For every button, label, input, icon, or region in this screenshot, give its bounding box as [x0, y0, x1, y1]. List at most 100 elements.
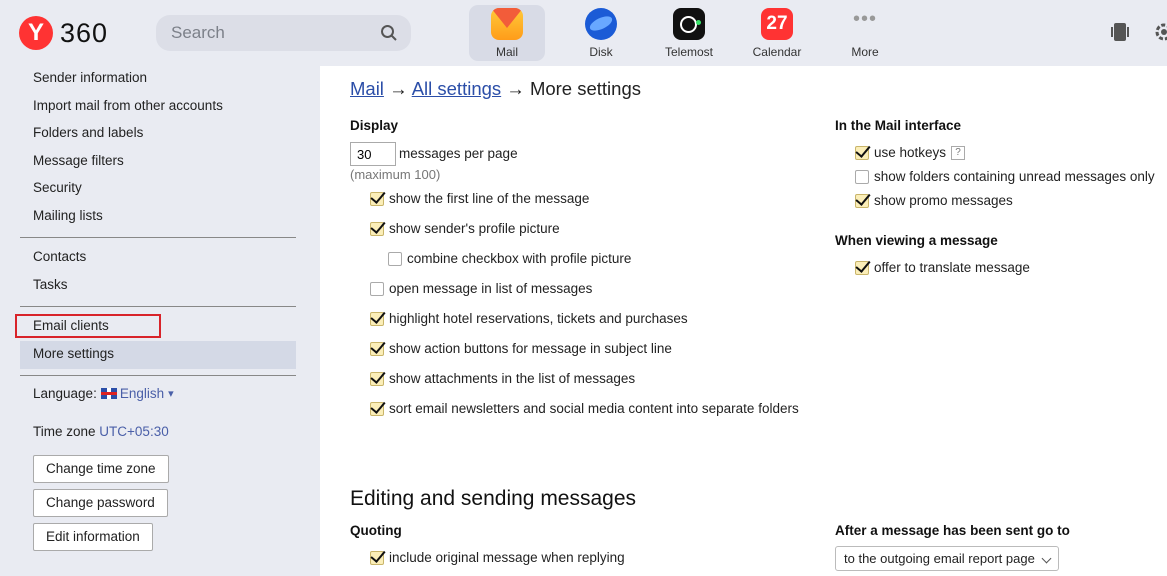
checkbox[interactable]: [370, 341, 384, 356]
checkbox-label: combine checkbox with profile picture: [407, 251, 632, 266]
checkbox-label: show action buttons for message in subje…: [389, 341, 672, 356]
uk-flag-icon: [100, 388, 117, 399]
interface-section-title: In the Mail interface: [835, 118, 962, 133]
app-label: Calendar: [752, 45, 802, 59]
chevron-down-icon: [1041, 553, 1052, 564]
editing-section-title: Editing and sending messages: [350, 487, 637, 510]
app-mail[interactable]: Mail: [469, 5, 545, 61]
breadcrumb-mail-link[interactable]: Mail: [350, 78, 384, 99]
checkbox[interactable]: [855, 193, 869, 208]
disk-icon: [585, 8, 617, 40]
checkbox-label: use hotkeys: [874, 145, 947, 160]
checkbox-sort-newsletters[interactable]: sort email newsletters and social media …: [370, 401, 799, 416]
settings-sidebar: Sender information Import mail from othe…: [0, 66, 320, 576]
checkbox-label: show the first line of the message: [389, 191, 590, 206]
display-section-title: Display: [350, 118, 399, 133]
search-icon[interactable]: [380, 24, 398, 42]
sidebar-item-folders-labels[interactable]: Folders and labels: [33, 125, 143, 140]
language-label: Language:: [33, 386, 97, 401]
checkbox-label: offer to translate message: [874, 260, 1030, 275]
app-switcher: Mail Disk Telemost 27 Calendar ••• More: [469, 5, 909, 61]
messages-per-page-input[interactable]: [350, 142, 396, 166]
after-sent-title: After a message has been sent go to: [835, 523, 1070, 538]
checkbox[interactable]: [370, 371, 384, 386]
checkbox-first-line[interactable]: show the first line of the message: [370, 191, 589, 206]
app-disk[interactable]: Disk: [557, 5, 645, 61]
change-time-zone-button[interactable]: Change time zone: [33, 455, 169, 483]
sidebar-item-message-filters[interactable]: Message filters: [33, 153, 124, 168]
breadcrumb-arrow: →: [506, 78, 525, 99]
checkbox[interactable]: [370, 281, 384, 296]
mail-icon: [491, 8, 523, 40]
help-icon[interactable]: ?: [951, 145, 966, 160]
checkbox-label: include original message when replying: [389, 550, 625, 565]
breadcrumb-all-settings-link[interactable]: All settings: [412, 78, 501, 99]
checkbox[interactable]: [370, 550, 384, 565]
breadcrumb-arrow: →: [389, 78, 408, 99]
checkbox-label: show promo messages: [874, 193, 1013, 208]
checkbox-include-original[interactable]: include original message when replying: [370, 550, 625, 565]
app-label: Telemost: [664, 45, 714, 59]
checkbox-label: show folders containing unread messages …: [874, 169, 1155, 184]
gear-icon[interactable]: [1153, 21, 1167, 43]
quoting-title: Quoting: [350, 523, 402, 538]
page-title: More settings: [529, 78, 641, 99]
sidebar-item-tasks[interactable]: Tasks: [33, 277, 68, 292]
app-label: Disk: [589, 45, 613, 59]
search-input[interactable]: Search: [156, 15, 411, 51]
checkbox-translate[interactable]: offer to translate message: [855, 260, 1030, 275]
sidebar-item-email-clients[interactable]: Email clients: [33, 318, 109, 333]
checkbox-profile-picture[interactable]: show sender's profile picture: [370, 221, 560, 236]
sidebar-item-import-mail[interactable]: Import mail from other accounts: [33, 98, 223, 113]
checkbox[interactable]: [370, 221, 384, 236]
change-password-button[interactable]: Change password: [33, 489, 168, 517]
viewing-section-title: When viewing a message: [835, 233, 998, 248]
checkbox-label: show sender's profile picture: [389, 221, 560, 236]
checkbox[interactable]: [388, 251, 402, 266]
phone-icon[interactable]: [1110, 22, 1130, 42]
yandex-360-logo[interactable]: Y 360: [19, 16, 108, 50]
checkbox[interactable]: [370, 191, 384, 206]
sidebar-item-contacts[interactable]: Contacts: [33, 249, 86, 264]
app-more[interactable]: ••• More: [821, 5, 909, 61]
telemost-icon: [673, 8, 705, 40]
sidebar-item-mailing-lists[interactable]: Mailing lists: [33, 208, 103, 223]
chevron-down-icon[interactable]: ▾: [168, 387, 174, 400]
sidebar-item-more-settings[interactable]: More settings: [33, 346, 114, 361]
language-select[interactable]: English: [120, 386, 164, 401]
settings-main: Mail → All settings → More settings Disp…: [320, 66, 1167, 576]
checkbox[interactable]: [855, 260, 869, 275]
checkbox[interactable]: [370, 401, 384, 416]
more-icon: •••: [852, 8, 877, 30]
sidebar-divider: [20, 237, 296, 238]
checkbox-label: open message in list of messages: [389, 281, 593, 296]
language-setting: Language: English ▾: [33, 386, 174, 401]
checkbox-promo-messages[interactable]: show promo messages: [855, 193, 1013, 208]
sidebar-item-security[interactable]: Security: [33, 180, 82, 195]
app-calendar[interactable]: 27 Calendar: [733, 5, 821, 61]
checkbox-open-in-list[interactable]: open message in list of messages: [370, 281, 592, 296]
checkbox-label: highlight hotel reservations, tickets an…: [389, 311, 688, 326]
checkbox[interactable]: [855, 169, 869, 184]
sidebar-divider: [20, 375, 296, 376]
checkbox-combine-profile[interactable]: combine checkbox with profile picture: [388, 251, 631, 266]
app-label: Mail: [495, 45, 518, 59]
checkbox-unread-folders[interactable]: show folders containing unread messages …: [855, 169, 1155, 184]
search-placeholder: Search: [171, 23, 225, 42]
app-telemost[interactable]: Telemost: [645, 5, 733, 61]
sidebar-item-sender-information[interactable]: Sender information: [33, 70, 147, 85]
edit-information-button[interactable]: Edit information: [33, 523, 153, 551]
checkbox-action-buttons[interactable]: show action buttons for message in subje…: [370, 341, 672, 356]
timezone-setting: Time zone UTC+05:30: [33, 424, 169, 439]
checkbox[interactable]: [855, 145, 869, 160]
per-page-hint: (maximum 100): [350, 167, 441, 182]
logo-text: 360: [60, 17, 109, 48]
sidebar-divider: [20, 306, 296, 307]
checkbox[interactable]: [370, 311, 384, 326]
app-label: More: [851, 45, 879, 59]
checkbox-use-hotkeys[interactable]: use hotkeys?: [855, 145, 966, 160]
checkbox-highlight-reservations[interactable]: highlight hotel reservations, tickets an…: [370, 311, 688, 326]
top-header: Y 360 Search Mail Disk Telemost 27 Calen…: [0, 0, 1167, 66]
after-sent-select[interactable]: to the outgoing email report page: [835, 546, 1059, 571]
checkbox-show-attachments[interactable]: show attachments in the list of messages: [370, 371, 635, 386]
